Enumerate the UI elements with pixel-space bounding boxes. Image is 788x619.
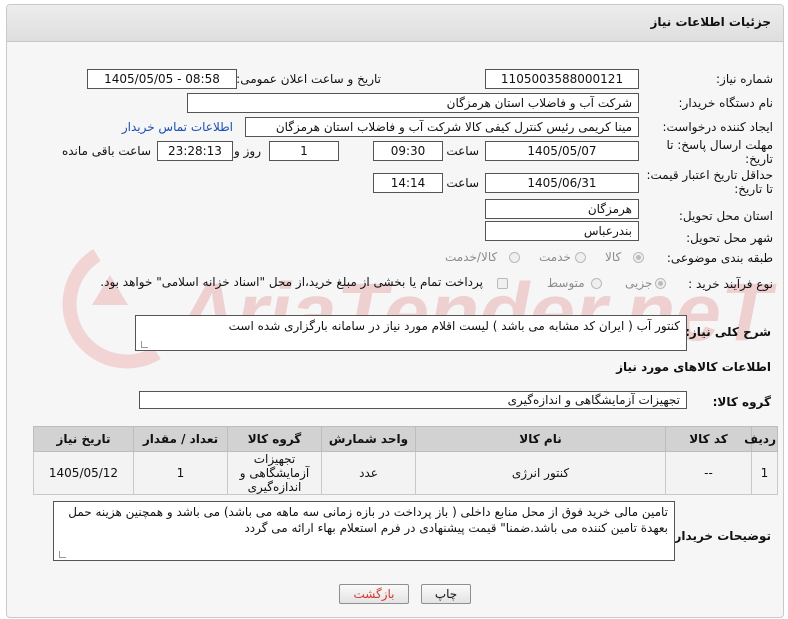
items-table: ردیف کد کالا نام کالا واحد شمارش گروه کا… [33, 426, 778, 495]
buyer-org-field: شرکت آب و فاضلاب استان هرمزگان [187, 93, 639, 113]
col-group: گروه کالا [227, 426, 322, 452]
panel-header: جزئیات اطلاعات نیاز [7, 5, 783, 42]
cell-group: تجهیزات آزمایشگاهی و اندازه‌گیری [227, 451, 322, 495]
process-label: نوع فرآیند خرید : [688, 277, 773, 291]
requester-label: ایجاد کننده درخواست: [662, 120, 773, 134]
back-button[interactable]: بازگشت [339, 584, 409, 604]
col-unit: واحد شمارش [321, 426, 416, 452]
cell-unit: عدد [321, 451, 416, 495]
goods-section-title: اطلاعات کالاهای مورد نیاز [616, 360, 771, 374]
goods-group-field: تجهیزات آزمایشگاهی و اندازه‌گیری [139, 391, 687, 409]
buyer-notes-textarea[interactable]: تامین مالی خرید فوق از محل منابع داخلی (… [53, 501, 675, 561]
col-qty: تعداد / مقدار [133, 426, 228, 452]
cell-row: 1 [751, 451, 778, 495]
category-radio-goods-service[interactable] [509, 252, 520, 263]
panel-title: جزئیات اطلاعات نیاز [650, 15, 771, 29]
category-label: طبقه بندی موضوعی: [666, 251, 773, 265]
remaining-time-field: 23:28:13 [157, 141, 233, 161]
treasury-payment-checkbox[interactable] [497, 278, 508, 289]
city-label: شهر محل تحویل: [686, 231, 773, 245]
cell-name: کنتور انرژی [415, 451, 666, 495]
process-medium-label: متوسط [547, 276, 585, 290]
table-row: 1 -- کنتور انرژی عدد تجهیزات آزمایشگاهی … [33, 451, 778, 495]
days-field: 1 [269, 141, 339, 161]
deadline-date-field: 1405/05/07 [485, 141, 639, 161]
col-name: نام کالا [415, 426, 666, 452]
cell-qty: 1 [133, 451, 228, 495]
need-number-field: 1105003588000121 [485, 69, 639, 89]
description-textarea[interactable]: کنتور آب ( ایران کد مشابه می باشد ) لیست… [135, 315, 687, 351]
validity-time-field: 14:14 [373, 173, 443, 193]
validity-date-field: 1405/06/31 [485, 173, 639, 193]
category-radio-service[interactable] [575, 252, 586, 263]
buyer-notes-label: توضیحات خریدار: [669, 529, 771, 543]
validity-label: حداقل تاریخ اعتبار قیمت: تا تاریخ: [646, 168, 773, 196]
city-field: بندرعباس [485, 221, 639, 241]
col-row: ردیف [744, 426, 778, 452]
cell-code: -- [665, 451, 752, 495]
announce-field: 1405/05/05 - 08:58 [87, 69, 237, 89]
description-resize-grip[interactable] [141, 341, 148, 348]
validity-time-label: ساعت [446, 176, 479, 190]
process-radio-minor[interactable] [655, 278, 666, 289]
province-field: هرمزگان [485, 199, 639, 219]
items-table-header: ردیف کد کالا نام کالا واحد شمارش گروه کا… [33, 426, 778, 452]
col-date: تاریخ نیاز [33, 426, 134, 452]
category-goods-service-label: کالا/خدمت [445, 250, 498, 264]
process-radio-medium[interactable] [591, 278, 602, 289]
announce-label: تاریخ و ساعت اعلان عمومی: [236, 72, 381, 86]
category-goods-label: کالا [605, 250, 622, 264]
buyer-org-label: نام دستگاه خریدار: [678, 96, 774, 110]
cell-date: 1405/05/12 [33, 451, 134, 495]
details-panel: جزئیات اطلاعات نیاز AriaTender.neT شماره… [6, 4, 784, 618]
deadline-time-field: 09:30 [373, 141, 443, 161]
description-label: شرح کلی نیاز: [685, 325, 771, 339]
deadline-time-label: ساعت [446, 144, 479, 158]
deadline-label: مهلت ارسال پاسخ: تا تاریخ: [666, 138, 773, 166]
print-button[interactable]: چاپ [421, 584, 471, 604]
col-code: کد کالا [665, 426, 752, 452]
goods-group-label: گروه کالا: [712, 395, 771, 409]
remaining-label: ساعت باقی مانده [61, 144, 151, 158]
treasury-payment-note: پرداخت تمام یا بخشی از مبلغ خرید،از محل … [100, 275, 483, 289]
process-minor-label: جزیی [625, 276, 653, 290]
province-label: استان محل تحویل: [678, 209, 773, 223]
category-service-label: خدمت [539, 250, 571, 264]
category-radio-goods[interactable] [633, 252, 644, 263]
contact-buyer-link[interactable]: اطلاعات تماس خریدار [122, 120, 233, 134]
requester-field: مینا کریمی رئیس کنترل کیفی کالا شرکت آب … [245, 117, 639, 137]
days-label: روز و [234, 144, 261, 158]
need-number-label: شماره نیاز: [716, 72, 773, 86]
buyer-notes-resize-grip[interactable] [59, 551, 66, 558]
